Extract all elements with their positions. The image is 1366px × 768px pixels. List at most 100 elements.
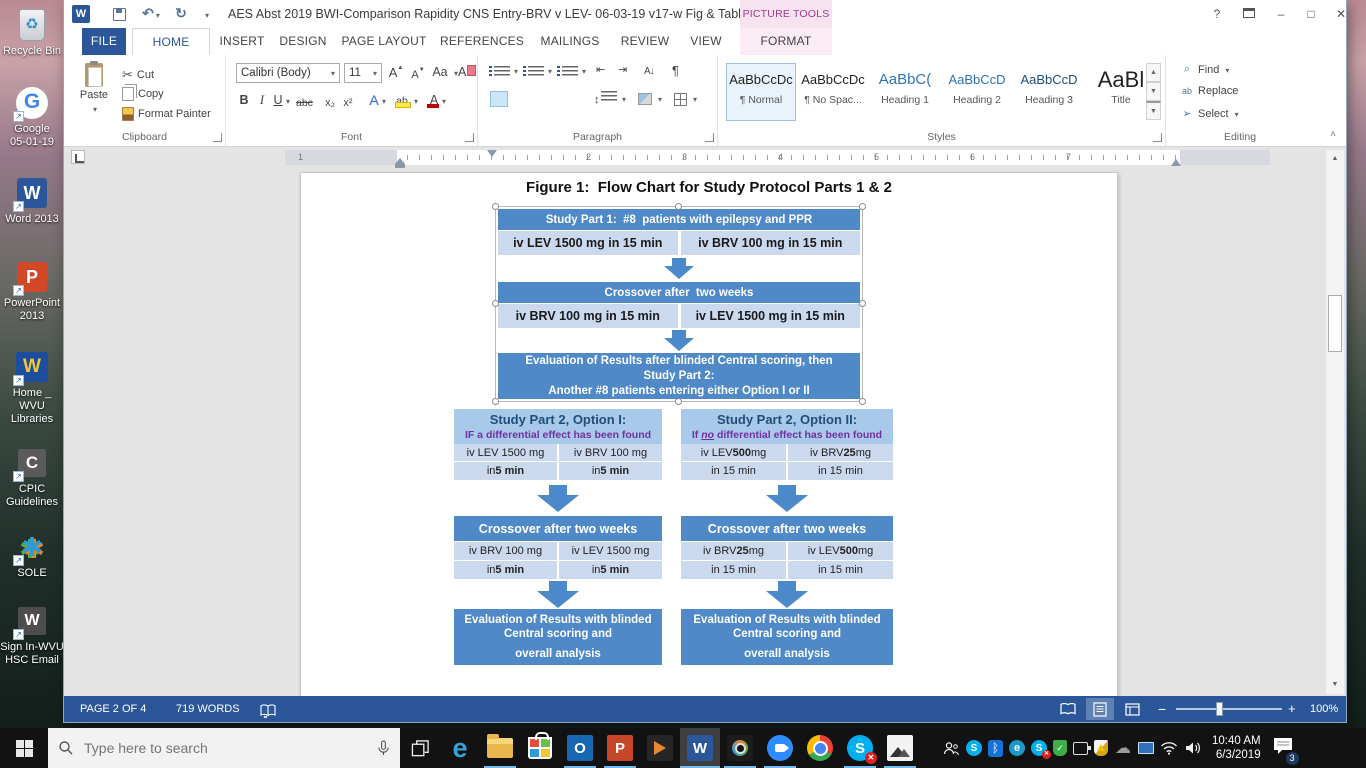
taskbar-edge[interactable] — [440, 728, 480, 768]
clear-formatting-button[interactable] — [458, 65, 476, 79]
help-button[interactable]: ? — [1204, 4, 1230, 24]
taskbar-outlook[interactable] — [560, 728, 600, 768]
taskbar-youcam[interactable] — [720, 728, 760, 768]
line-spacing-icon[interactable] — [594, 91, 617, 106]
right-indent-marker[interactable] — [1171, 159, 1181, 166]
show-formatting-marks-icon[interactable] — [672, 63, 679, 78]
flowchart-option2-picture[interactable]: Study Part 2, Option II: If no different… — [681, 409, 893, 665]
tab-file[interactable]: FILE — [82, 28, 126, 55]
selection-handle[interactable] — [675, 398, 682, 405]
jabber-tray-icon[interactable] — [1009, 740, 1025, 756]
taskbar-word-active[interactable] — [680, 728, 720, 768]
selection-handle[interactable] — [859, 398, 866, 405]
zoom-slider-track[interactable] — [1176, 708, 1282, 710]
left-indent-marker[interactable] — [395, 158, 405, 164]
sort-icon[interactable] — [644, 65, 654, 77]
antivirus-ok-icon[interactable] — [1053, 740, 1067, 756]
bold-button[interactable] — [236, 93, 252, 107]
desktop-icon-google[interactable]: Google05-01-19 — [0, 86, 64, 149]
print-layout-button[interactable] — [1086, 698, 1114, 720]
selection-handle[interactable] — [492, 300, 499, 307]
flowchart-option1-picture[interactable]: Study Part 2, Option I: IF a differentia… — [454, 409, 662, 665]
document-page[interactable]: Figure 1: Flow Chart for Study Protocol … — [300, 172, 1118, 696]
taskbar-zoom[interactable] — [760, 728, 800, 768]
selection-handle[interactable] — [859, 203, 866, 210]
increase-indent-icon[interactable] — [618, 63, 627, 76]
align-left-button[interactable] — [490, 91, 508, 107]
grow-font-button[interactable] — [388, 65, 404, 80]
tab-mailings[interactable]: MAILINGS — [532, 28, 608, 55]
word-count[interactable]: 719 WORDS — [176, 696, 240, 722]
task-view-button[interactable] — [400, 728, 440, 768]
display-settings-icon[interactable] — [1138, 742, 1154, 754]
tab-selector[interactable] — [71, 150, 85, 164]
justify-button[interactable] — [562, 91, 580, 107]
paragraph-dialog-launcher[interactable] — [705, 133, 714, 142]
zoom-in-button[interactable]: + — [1288, 696, 1296, 722]
tab-references[interactable]: REFERENCES — [438, 28, 526, 55]
style-heading-1[interactable]: AaBbC( Heading 1 — [870, 63, 940, 121]
taskbar-movies-tv[interactable] — [640, 728, 680, 768]
shrink-font-button[interactable] — [410, 67, 426, 81]
taskbar-photos[interactable] — [880, 728, 920, 768]
close-button[interactable]: ✕ — [1328, 4, 1354, 24]
taskbar-chrome[interactable] — [800, 728, 840, 768]
select-button[interactable]: ➢Select — [1180, 107, 1239, 120]
format-painter-button[interactable]: Format Painter — [122, 107, 211, 121]
tab-design[interactable]: DESIGN — [274, 28, 332, 55]
maximize-button[interactable]: □ — [1298, 4, 1324, 24]
style-heading-3[interactable]: AaBbCcD Heading 3 — [1014, 63, 1084, 121]
change-case-button[interactable] — [432, 65, 448, 79]
scroll-down-button[interactable]: ▼ — [1326, 676, 1344, 694]
read-mode-button[interactable] — [1054, 698, 1082, 720]
styles-scroll-down-button[interactable]: ▼ — [1146, 82, 1161, 101]
proofing-status-icon[interactable] — [260, 702, 276, 728]
bluetooth-icon[interactable] — [988, 740, 1003, 757]
onedrive-icon[interactable] — [1114, 739, 1132, 757]
wifi-icon[interactable] — [1160, 739, 1178, 757]
find-button[interactable]: ⌕Find — [1180, 63, 1229, 76]
search-input[interactable] — [82, 739, 369, 757]
style-no-spacing[interactable]: AaBbCcDc ¶ No Spac... — [798, 63, 868, 121]
zoom-out-button[interactable]: − — [1158, 696, 1166, 722]
taskbar-search-box[interactable] — [48, 728, 400, 768]
volume-icon[interactable] — [1184, 739, 1202, 757]
clipboard-dialog-launcher[interactable] — [213, 133, 222, 142]
skype-tray-icon[interactable] — [966, 740, 982, 756]
scroll-up-button[interactable]: ▲ — [1326, 150, 1344, 168]
desktop-icon-sole[interactable]: SOLE — [0, 530, 64, 580]
taskbar-powerpoint[interactable] — [600, 728, 640, 768]
usb-device-icon[interactable] — [1073, 742, 1088, 755]
defender-warning-icon[interactable] — [1094, 740, 1108, 756]
font-dialog-launcher[interactable] — [465, 133, 474, 142]
action-center-button[interactable]: 3 — [1273, 737, 1293, 760]
taskbar-skype[interactable] — [840, 728, 880, 768]
tab-format[interactable]: FORMAT — [740, 28, 832, 55]
scrollbar-thumb[interactable] — [1328, 295, 1342, 352]
align-right-button[interactable] — [538, 91, 556, 107]
zoom-level[interactable]: 100% — [1310, 696, 1338, 722]
flowchart-part1-picture[interactable]: Study Part 1: #8 patients with epilepsy … — [495, 206, 863, 402]
align-center-button[interactable] — [514, 91, 532, 107]
desktop-icon-word-2013[interactable]: Word 2013 — [0, 176, 64, 226]
strikethrough-button[interactable] — [296, 95, 313, 109]
selection-handle[interactable] — [492, 203, 499, 210]
desktop-icon-cpic-guidelines[interactable]: CPICGuidelines — [0, 446, 64, 509]
ribbon-display-options-button[interactable] — [1236, 4, 1262, 24]
paste-button[interactable]: Paste — [74, 63, 114, 115]
desktop-icon-powerpoint-2013[interactable]: PowerPoint2013 — [0, 260, 64, 323]
tab-view[interactable]: VIEW — [680, 28, 732, 55]
taskbar-file-explorer[interactable] — [480, 728, 520, 768]
minimize-button[interactable]: – — [1268, 4, 1294, 24]
styles-more-button[interactable]: ▼ — [1146, 101, 1161, 120]
people-icon[interactable] — [942, 739, 960, 757]
shading-icon[interactable] — [638, 93, 652, 105]
style-heading-2[interactable]: AaBbCcD Heading 2 — [942, 63, 1012, 121]
save-button[interactable] — [108, 4, 130, 24]
superscript-button[interactable] — [340, 95, 356, 109]
web-layout-button[interactable] — [1118, 698, 1146, 720]
desktop-icon-hsc-email[interactable]: Sign In-WVUHSC Email — [0, 604, 64, 667]
first-line-indent-marker[interactable] — [487, 150, 497, 157]
vertical-scrollbar[interactable]: ▲ ▼ — [1325, 150, 1344, 694]
style-normal[interactable]: AaBbCcDc ¶ Normal — [726, 63, 796, 121]
